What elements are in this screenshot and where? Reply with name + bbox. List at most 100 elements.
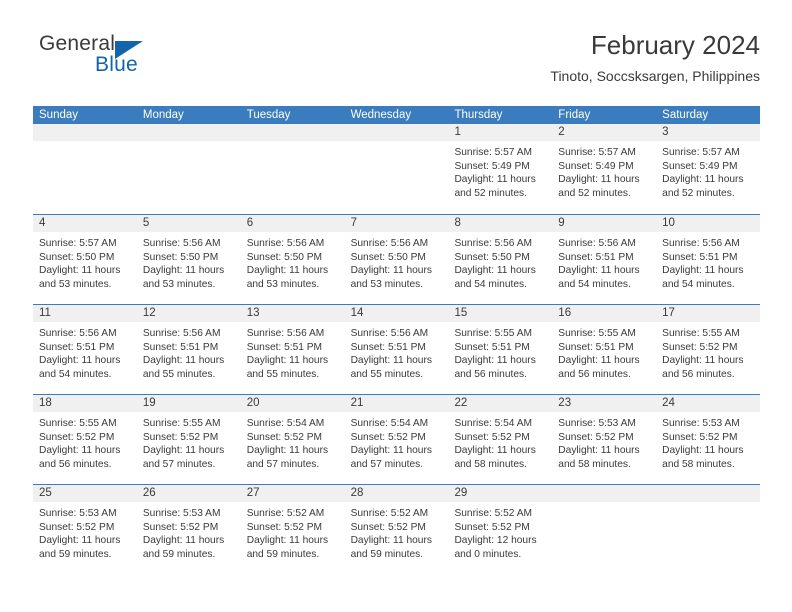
day-cell-5[interactable]: 5 Sunrise: 5:56 AM Sunset: 5:50 PM Daylight… xyxy=(136,215,241,304)
sunset-text: Sunset: 5:50 PM xyxy=(246,251,323,263)
day-cell-14[interactable]: 14 Sunrise: 5:56 AM Sunset: 5:51 PM Dayligh… xyxy=(344,305,449,394)
day-details: Sunrise: 5:55 AM Sunset: 5:51 PM Daylight:… xyxy=(552,322,656,381)
day-cell-27[interactable]: 27 Sunrise: 5:52 AM Sunset: 5:52 PM Dayligh… xyxy=(240,485,345,574)
title-block: February 2024 Tinoto, Soccsksargen, Phil… xyxy=(550,28,760,86)
day-cell-23[interactable]: 23 Sunrise: 5:53 AM Sunset: 5:52 PM Dayligh… xyxy=(552,395,657,484)
sunset-text: Sunset: 5:50 PM xyxy=(454,251,530,263)
day-details: Sunrise: 5:53 AM Sunset: 5:52 PM Daylight:… xyxy=(137,502,241,561)
day-cell-17[interactable]: 17 Sunrise: 5:55 AM Sunset: 5:52 PM Dayligh… xyxy=(656,305,761,394)
daylight-text-cont: and 52 minutes. xyxy=(558,187,631,199)
sunset-text: Sunset: 5:51 PM xyxy=(558,251,634,263)
daylight-text: Daylight: 11 hours xyxy=(454,355,536,367)
daylight-text-cont: and 53 minutes. xyxy=(142,278,216,290)
day-cell-6[interactable]: 6 Sunrise: 5:56 AM Sunset: 5:50 PM Daylight… xyxy=(240,215,345,304)
sunset-text: Sunset: 5:50 PM xyxy=(39,251,115,263)
daylight-text-cont: and 53 minutes. xyxy=(39,278,112,290)
day-number: 18 xyxy=(39,397,52,409)
day-cell-26[interactable]: 26 Sunrise: 5:53 AM Sunset: 5:52 PM Dayligh… xyxy=(136,485,241,574)
daylight-text-cont: and 0 minutes. xyxy=(454,548,522,560)
day-cell-8[interactable]: 8 Sunrise: 5:56 AM Sunset: 5:50 PM Daylight… xyxy=(448,215,553,304)
day-cell-1[interactable]: 1 Sunrise: 5:57 AM Sunset: 5:49 PM Daylight… xyxy=(448,124,553,214)
page-header: General Blue February 2024 Tinoto, Soccs… xyxy=(33,28,760,98)
day-cell-empty xyxy=(240,124,345,214)
sunset-text: Sunset: 5:51 PM xyxy=(454,341,530,353)
daylight-text: Daylight: 11 hours xyxy=(350,265,432,277)
day-details: Sunrise: 5:54 AM Sunset: 5:52 PM Daylight:… xyxy=(448,412,552,471)
day-cell-3[interactable]: 3 Sunrise: 5:57 AM Sunset: 5:49 PM Daylight… xyxy=(656,124,761,214)
day-cell-21[interactable]: 21 Sunrise: 5:54 AM Sunset: 5:52 PM Dayligh… xyxy=(344,395,449,484)
day-cell-2[interactable]: 2 Sunrise: 5:57 AM Sunset: 5:49 PM Daylight… xyxy=(552,124,657,214)
day-number-band xyxy=(136,124,241,141)
day-cell-11[interactable]: 11 Sunrise: 5:56 AM Sunset: 5:51 PM Dayligh… xyxy=(33,305,137,394)
day-cell-12[interactable]: 12 Sunrise: 5:56 AM Sunset: 5:51 PM Dayligh… xyxy=(136,305,241,394)
day-number: 11 xyxy=(39,307,51,319)
sunrise-text: Sunrise: 5:57 AM xyxy=(558,147,636,158)
day-cell-10[interactable]: 10 Sunrise: 5:56 AM Sunset: 5:51 PM Dayligh… xyxy=(656,215,761,304)
day-cell-4[interactable]: 4 Sunrise: 5:57 AM Sunset: 5:50 PM Daylight… xyxy=(33,215,137,304)
sunset-text: Sunset: 5:52 PM xyxy=(246,521,323,533)
day-number: 16 xyxy=(558,307,572,319)
day-details: Sunrise: 5:52 AM Sunset: 5:52 PM Daylight:… xyxy=(345,502,449,561)
day-cell-18[interactable]: 18 Sunrise: 5:55 AM Sunset: 5:52 PM Dayligh… xyxy=(33,395,137,484)
day-details: Sunrise: 5:54 AM Sunset: 5:52 PM Daylight:… xyxy=(241,412,345,471)
day-cell-29[interactable]: 29 Sunrise: 5:52 AM Sunset: 5:52 PM Dayligh… xyxy=(448,485,553,574)
daylight-text: Daylight: 11 hours xyxy=(454,174,536,186)
day-number: 28 xyxy=(350,487,364,499)
day-details: Sunrise: 5:55 AM Sunset: 5:52 PM Daylight:… xyxy=(656,322,760,381)
sunrise-text: Sunrise: 5:57 AM xyxy=(39,238,117,249)
day-details: Sunrise: 5:56 AM Sunset: 5:50 PM Daylight:… xyxy=(345,232,449,291)
daylight-text-cont: and 58 minutes. xyxy=(454,458,527,470)
general-blue-logo[interactable]: General Blue xyxy=(33,32,233,88)
day-number-band: 27 xyxy=(240,485,345,502)
day-cell-28[interactable]: 28 Sunrise: 5:52 AM Sunset: 5:52 PM Dayligh… xyxy=(344,485,449,574)
daylight-text-cont: and 54 minutes. xyxy=(39,368,112,380)
day-number: 13 xyxy=(246,307,260,319)
sunset-text: Sunset: 5:52 PM xyxy=(39,521,115,533)
daylight-text-cont: and 59 minutes. xyxy=(246,548,320,560)
day-number: 3 xyxy=(662,126,669,138)
day-number-band: 4 xyxy=(33,215,137,232)
sunset-text: Sunset: 5:52 PM xyxy=(350,431,426,443)
daylight-text: Daylight: 11 hours xyxy=(39,355,121,367)
day-number-band xyxy=(33,124,137,141)
daylight-text: Daylight: 11 hours xyxy=(662,355,744,367)
day-details: Sunrise: 5:53 AM Sunset: 5:52 PM Daylight:… xyxy=(656,412,760,471)
daylight-text-cont: and 56 minutes. xyxy=(454,368,527,380)
day-cell-13[interactable]: 13 Sunrise: 5:56 AM Sunset: 5:51 PM Dayligh… xyxy=(240,305,345,394)
day-cell-9[interactable]: 9 Sunrise: 5:56 AM Sunset: 5:51 PM Daylight… xyxy=(552,215,657,304)
sunrise-text: Sunrise: 5:54 AM xyxy=(350,418,429,429)
day-number-band: 8 xyxy=(448,215,553,232)
daylight-text-cont: and 59 minutes. xyxy=(142,548,216,560)
day-cell-22[interactable]: 22 Sunrise: 5:54 AM Sunset: 5:52 PM Dayligh… xyxy=(448,395,553,484)
daylight-text: Daylight: 11 hours xyxy=(142,535,225,547)
sunrise-text: Sunrise: 5:56 AM xyxy=(350,328,429,339)
day-details: Sunrise: 5:56 AM Sunset: 5:51 PM Daylight:… xyxy=(552,232,656,291)
day-details xyxy=(656,502,760,507)
daylight-text: Daylight: 11 hours xyxy=(558,445,640,457)
daylight-text-cont: and 57 minutes. xyxy=(142,458,216,470)
day-number-band: 29 xyxy=(448,485,553,502)
sunrise-text: Sunrise: 5:52 AM xyxy=(454,508,533,519)
day-details: Sunrise: 5:56 AM Sunset: 5:51 PM Daylight:… xyxy=(137,322,241,381)
daylight-text-cont: and 56 minutes. xyxy=(662,368,735,380)
day-cell-19[interactable]: 19 Sunrise: 5:55 AM Sunset: 5:52 PM Dayligh… xyxy=(136,395,241,484)
sunrise-text: Sunrise: 5:56 AM xyxy=(39,328,117,339)
day-cell-25[interactable]: 25 Sunrise: 5:53 AM Sunset: 5:52 PM Dayligh… xyxy=(33,485,137,574)
sunset-text: Sunset: 5:52 PM xyxy=(142,431,219,443)
day-cell-24[interactable]: 24 Sunrise: 5:53 AM Sunset: 5:52 PM Dayligh… xyxy=(656,395,761,484)
day-cell-7[interactable]: 7 Sunrise: 5:56 AM Sunset: 5:50 PM Daylight… xyxy=(344,215,449,304)
day-cell-15[interactable]: 15 Sunrise: 5:55 AM Sunset: 5:51 PM Dayligh… xyxy=(448,305,553,394)
daylight-text: Daylight: 11 hours xyxy=(246,445,329,457)
sunrise-text: Sunrise: 5:55 AM xyxy=(662,328,740,339)
day-number-band: 5 xyxy=(136,215,241,232)
day-cell-16[interactable]: 16 Sunrise: 5:55 AM Sunset: 5:51 PM Dayligh… xyxy=(552,305,657,394)
day-cell-empty xyxy=(656,485,761,574)
day-number-band xyxy=(240,124,345,141)
day-number: 20 xyxy=(246,397,260,409)
weekday-header-sunday: Sunday xyxy=(39,109,79,121)
page-title: February 2024 xyxy=(590,30,760,60)
day-number-band: 20 xyxy=(240,395,345,412)
weekday-header-monday: Monday xyxy=(142,109,184,121)
sunrise-text: Sunrise: 5:52 AM xyxy=(350,508,429,519)
day-cell-20[interactable]: 20 Sunrise: 5:54 AM Sunset: 5:52 PM Dayligh… xyxy=(240,395,345,484)
